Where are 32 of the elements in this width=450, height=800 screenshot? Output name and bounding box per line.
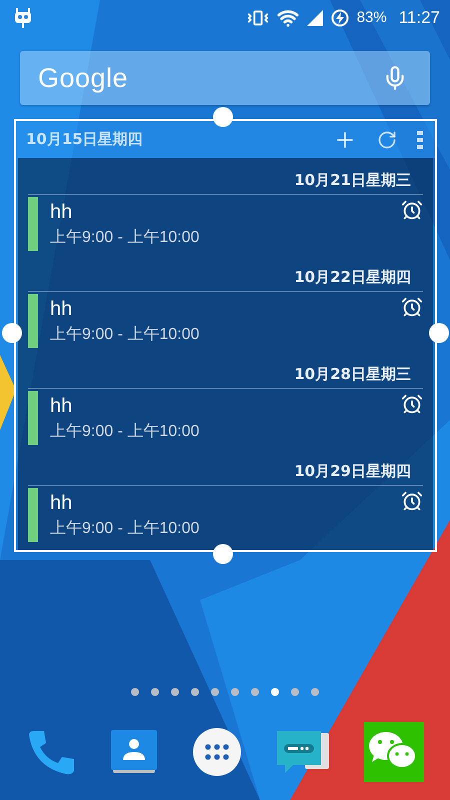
event-title: hh: [50, 492, 74, 514]
chat-bubbles-icon[interactable]: [364, 722, 424, 782]
day-date: 10月29日星期四: [294, 462, 411, 480]
calendar-widget[interactable]: 10月15日星期四 10月21日星期三 hh 上午9:00 - 上午10:00 10月22日星期四 hh 上午9:00 - 上午10:00 10月28日星期三 hh 上午9:00 - 上午10:00 10月29日星期四 hh 上午9:00 - 上午10:00: [14, 119, 437, 552]
search-logo: Google: [38, 62, 128, 94]
menu-icon[interactable]: [417, 130, 423, 148]
event-item[interactable]: hh 上午9:00 - 上午10:00: [28, 197, 423, 251]
event-title: hh: [50, 200, 74, 224]
signal-icon: [306, 10, 323, 26]
event-title: hh: [50, 394, 74, 418]
refresh-button[interactable]: [377, 130, 397, 150]
clock-time: 11:27: [398, 8, 440, 28]
event-item[interactable]: hh 上午9:00 - 上午10:00: [28, 294, 423, 348]
alarm-icon: [401, 490, 423, 512]
battery-charging-icon: [330, 8, 349, 26]
alarm-icon: [401, 393, 423, 415]
event-item[interactable]: hh 上午9:00 - 上午10:00: [28, 488, 423, 542]
day-date: 10月28日星期三: [294, 364, 411, 384]
header-date: 10月15日星期四: [26, 130, 144, 149]
event-title: hh: [50, 298, 74, 320]
day-date: 10月22日星期四: [294, 268, 411, 286]
battery-percentage: 83%: [356, 9, 387, 26]
event-time: 上午9:00 - 上午10:00: [50, 228, 200, 248]
event-time: 上午9:00 - 上午10:00: [50, 324, 200, 344]
day-date: 10月21日星期三: [294, 170, 411, 190]
event-time: 上午9:00 - 上午10:00: [50, 422, 200, 442]
app-drawer-icon[interactable]: [192, 727, 242, 777]
alarm-icon: [401, 199, 423, 221]
event-time: 上午9:00 - 上午10:00: [50, 518, 200, 538]
alarm-icon: [401, 296, 423, 318]
robot-icon: [14, 6, 32, 28]
event-item[interactable]: hh 上午9:00 - 上午10:00: [28, 391, 423, 445]
